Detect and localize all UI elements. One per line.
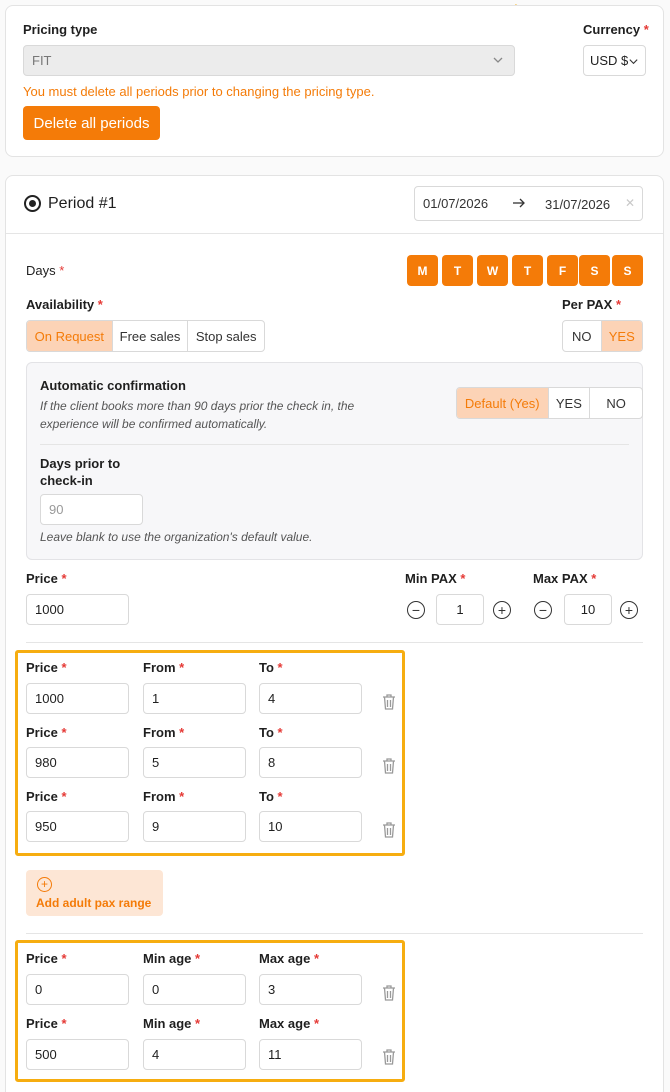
min-age-input[interactable]: 4 [143,1039,246,1070]
range-from-input[interactable]: 1 [143,683,246,714]
availability-free-sales[interactable]: Free sales [111,321,188,351]
range-from-label: From * [143,789,185,804]
auto-confirmation-no[interactable]: NO [589,388,642,418]
radio-selected-icon[interactable] [24,195,41,212]
availability-toggle: On Request Free sales Stop sales [26,320,265,352]
day-saturday[interactable]: S [579,255,610,286]
day-friday[interactable]: F [547,255,578,286]
range-to-label: To * [259,789,283,804]
min-age-label: Min age * [143,951,201,966]
trash-icon[interactable] [381,693,397,711]
currency-select[interactable]: USD $ [583,45,646,76]
availability-label: Availability * [26,297,103,312]
range-price-label: Price * [26,725,67,740]
currency-label: Currency * [583,22,649,37]
day-monday[interactable]: M [407,255,438,286]
pricing-type-label: Pricing type [23,22,98,37]
day-wednesday[interactable]: W [477,255,508,286]
day-sunday[interactable]: S [612,255,643,286]
per-pax-no[interactable]: NO [563,321,601,351]
auto-confirmation-default[interactable]: Default (Yes) [457,388,548,418]
child-price-input[interactable]: 500 [26,1039,129,1070]
max-pax-increment-icon[interactable]: + [620,601,638,619]
days-label: Days * [26,263,65,278]
price-divider [26,642,643,643]
max-age-label: Max age * [259,951,319,966]
trash-icon[interactable] [381,984,397,1002]
max-pax-label: Max PAX * [533,571,597,586]
chevron-down-icon [628,55,639,70]
availability-on-request[interactable]: On Request [27,321,112,351]
pricing-type-warning: You must delete all periods prior to cha… [23,84,375,99]
ranges-divider [26,933,643,934]
max-age-label: Max age * [259,1016,319,1031]
start-date: 01/07/2026 [423,196,489,211]
min-pax-label: Min PAX * [405,571,466,586]
days-prior-input[interactable]: 90 [40,494,143,525]
day-thursday[interactable]: T [512,255,543,286]
min-age-label: Min age * [143,1016,201,1031]
min-pax-increment-icon[interactable]: + [493,601,511,619]
per-pax-yes[interactable]: YES [600,321,642,351]
auto-confirmation-yes[interactable]: YES [547,388,590,418]
chevron-down-icon [492,54,504,69]
range-price-label: Price * [26,660,67,675]
range-to-label: To * [259,660,283,675]
trash-icon[interactable] [381,821,397,839]
day-tuesday[interactable]: T [442,255,473,286]
range-from-label: From * [143,660,185,675]
max-age-input[interactable]: 11 [259,1039,362,1070]
min-age-input[interactable]: 0 [143,974,246,1005]
arrow-right-icon [512,197,526,212]
per-pax-toggle: NO YES [562,320,643,352]
pricing-type-select[interactable]: FIT [23,45,515,76]
delete-all-periods-button[interactable]: Delete all periods [23,106,160,140]
range-from-input[interactable]: 9 [143,811,246,842]
days-prior-label: Days prior to check-in [40,456,121,488]
range-price-input[interactable]: 1000 [26,683,129,714]
period-title: Period #1 [48,195,117,212]
range-price-input[interactable]: 950 [26,811,129,842]
range-from-input[interactable]: 5 [143,747,246,778]
auto-confirmation-description: If the client books more than 90 days pr… [40,399,355,431]
per-pax-label: Per PAX * [562,297,622,312]
add-adult-pax-range-label: Add adult pax range [36,896,152,910]
plus-circle-icon: + [37,877,52,892]
currency-value: USD $ [590,53,629,68]
child-price-label: Price * [26,951,67,966]
range-price-label: Price * [26,789,67,804]
end-date: 31/07/2026 [545,197,611,212]
pricing-type-value: FIT [32,53,52,68]
child-price-input[interactable]: 0 [26,974,129,1005]
range-from-label: From * [143,725,185,740]
child-price-label: Price * [26,1016,67,1031]
max-age-input[interactable]: 3 [259,974,362,1005]
range-to-label: To * [259,725,283,740]
max-pax-decrement-icon[interactable]: − [534,601,552,619]
range-to-input[interactable]: 8 [259,747,362,778]
clear-date-icon[interactable]: ✕ [625,196,635,210]
price-label: Price * [26,571,67,586]
min-pax-input[interactable]: 1 [436,594,484,625]
trash-icon[interactable] [381,1048,397,1066]
auto-confirmation-title: Automatic confirmation [40,378,186,393]
price-input[interactable]: 1000 [26,594,129,625]
min-pax-decrement-icon[interactable]: − [407,601,425,619]
auto-confirmation-divider [40,444,629,445]
period-header-divider [6,233,663,234]
range-to-input[interactable]: 4 [259,683,362,714]
range-price-input[interactable]: 980 [26,747,129,778]
range-to-input[interactable]: 10 [259,811,362,842]
add-adult-pax-range-button[interactable]: + Add adult pax range [26,870,163,916]
date-range-picker[interactable]: 01/07/2026 31/07/2026 ✕ [414,186,643,221]
auto-confirmation-toggle: Default (Yes) YES NO [456,387,643,419]
availability-stop-sales[interactable]: Stop sales [187,321,264,351]
max-pax-input[interactable]: 10 [564,594,612,625]
days-prior-hint: Leave blank to use the organization's de… [40,530,313,544]
trash-icon[interactable] [381,757,397,775]
